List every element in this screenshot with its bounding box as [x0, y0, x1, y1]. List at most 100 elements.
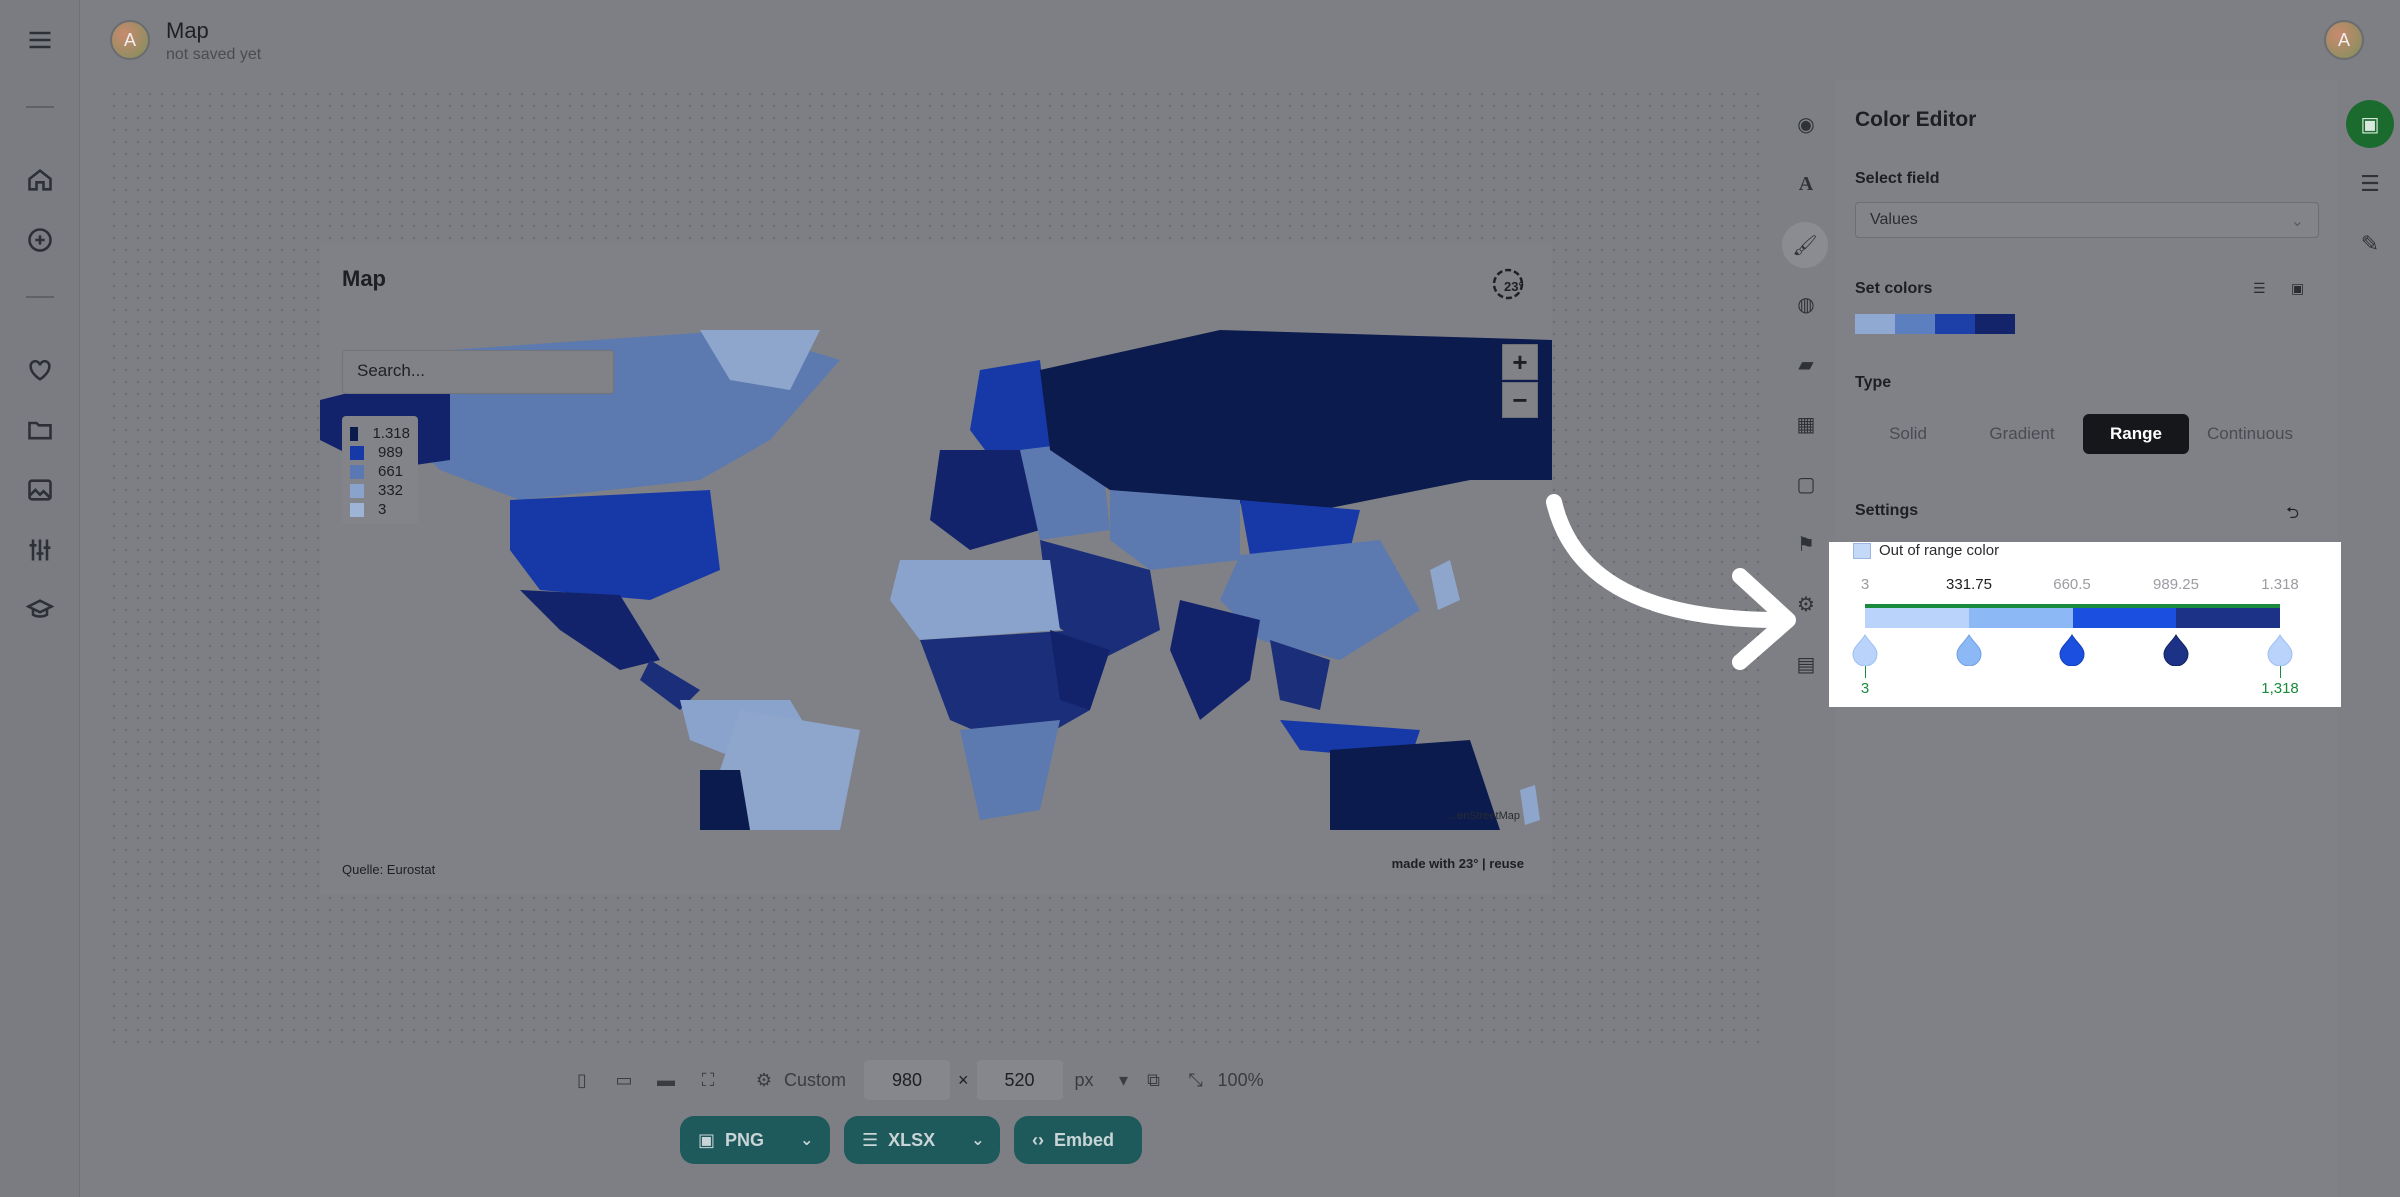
range-editor: Out of range color 3 331.75 660.5 989.25…	[1829, 542, 2341, 707]
export-buttons: ▣ PNG ⌄ ☰ XLSX ⌄ ‹› Embed	[680, 1116, 1142, 1164]
zoom-out-button[interactable]: −	[1502, 382, 1538, 418]
out-of-range-label: Out of range color	[1879, 542, 2000, 559]
type-solid-button[interactable]: Solid	[1855, 414, 1961, 454]
range-segment[interactable]	[1968, 608, 2073, 628]
max-marker	[2280, 666, 2281, 678]
document-title[interactable]: Map	[166, 18, 209, 44]
legend-item: 332	[350, 481, 410, 500]
chevron-down-icon[interactable]: ⌄	[971, 1130, 984, 1150]
brand-logo-text: 23°	[1504, 279, 1524, 294]
export-png-label: PNG	[725, 1129, 765, 1150]
range-tick-label: 660.5	[2053, 576, 2091, 593]
embed-button[interactable]: ‹› Embed	[1014, 1116, 1142, 1164]
brand-logo-icon: 23°	[1490, 264, 1530, 304]
palette-list-icon[interactable]: ☰	[2253, 280, 2266, 297]
save-button[interactable]: ▣	[2346, 100, 2394, 148]
fit-icon[interactable]: ⤡	[1184, 1068, 1208, 1092]
menu-icon[interactable]	[24, 24, 56, 56]
range-segment[interactable]	[2072, 608, 2177, 628]
legend-item: 3	[350, 500, 410, 519]
zoom-in-button[interactable]: +	[1502, 344, 1538, 380]
map-search-input[interactable]: Search...	[342, 350, 614, 394]
width-input[interactable]: 980	[864, 1060, 951, 1100]
eye-icon[interactable]: ◉	[1790, 108, 1822, 140]
legend-swatch	[350, 445, 364, 460]
map-attribution[interactable]: ...enStreetMap	[1448, 810, 1520, 822]
range-tick-label: 989.25	[2153, 576, 2199, 593]
color-swatch[interactable]	[1935, 314, 1975, 334]
map-title: Map	[342, 266, 386, 291]
tablet-size-icon[interactable]: ▭	[612, 1068, 636, 1092]
color-swatch[interactable]	[1855, 314, 1895, 334]
export-png-button[interactable]: ▣ PNG ⌄	[680, 1116, 830, 1164]
left-navigation	[0, 0, 80, 1197]
fullscreen-icon[interactable]: ⛶	[696, 1068, 720, 1092]
region-new-zealand[interactable]	[1520, 785, 1540, 825]
range-tick-label: 1.318	[2261, 576, 2299, 593]
color-swatches[interactable]	[1855, 314, 2015, 334]
reset-settings-icon[interactable]: ⮌	[2286, 502, 2299, 529]
range-min-label: 3	[1860, 680, 1870, 697]
legend-label: 989	[378, 444, 404, 461]
region-russia[interactable]	[1040, 330, 1552, 510]
legend-swatch	[350, 502, 364, 517]
gear-icon[interactable]: ⚙	[752, 1068, 776, 1092]
add-icon[interactable]	[24, 224, 56, 256]
sliders-icon[interactable]	[24, 534, 56, 566]
region-kazakhstan[interactable]	[1110, 490, 1240, 570]
legend-item: 1.318	[350, 424, 410, 443]
out-of-range-swatch[interactable]	[1853, 542, 1871, 559]
color-swatch[interactable]	[1975, 314, 2015, 334]
globe-icon[interactable]: ◍	[1790, 288, 1822, 320]
region-southern-africa[interactable]	[960, 720, 1060, 820]
type-range-button[interactable]: Range	[2083, 414, 2189, 454]
text-icon[interactable]: A	[1790, 168, 1822, 200]
range-handle[interactable]	[1956, 634, 1982, 666]
region-north-africa[interactable]	[890, 560, 1060, 640]
graduation-cap-icon[interactable]	[24, 594, 56, 626]
save-palette-icon[interactable]: ▣	[2291, 280, 2304, 297]
type-gradient-button[interactable]: Gradient	[1969, 414, 2075, 454]
range-handle[interactable]	[2267, 634, 2293, 666]
range-segment[interactable]	[2176, 608, 2280, 628]
pencil-icon[interactable]: ✎	[2354, 228, 2386, 260]
range-handle[interactable]	[2163, 634, 2189, 666]
made-with-link[interactable]: made with 23° | reuse	[1392, 856, 1524, 871]
user-avatar[interactable]: A	[2324, 20, 2364, 60]
laptop-size-icon[interactable]: ▬	[654, 1068, 678, 1092]
layout-icon[interactable]: ▦	[1790, 408, 1822, 440]
region-mexico[interactable]	[520, 590, 660, 670]
chevron-down-icon[interactable]: ⌄	[800, 1130, 813, 1150]
custom-size-label[interactable]: Custom	[784, 1070, 846, 1091]
range-handle[interactable]	[1852, 634, 1878, 666]
region-india[interactable]	[1170, 600, 1260, 720]
out-of-range-color-toggle[interactable]: Out of range color	[1853, 542, 1999, 559]
legend-swatch	[350, 426, 359, 441]
settings-label: Settings	[1855, 502, 1919, 519]
region-japan[interactable]	[1430, 560, 1460, 610]
phone-size-icon[interactable]: ▯	[570, 1068, 594, 1092]
unit-dropdown-chevron-icon[interactable]: ▾	[1112, 1068, 1136, 1092]
zoom-in-glyph: +	[1512, 346, 1528, 377]
heart-icon[interactable]	[24, 354, 56, 386]
range-segment[interactable]	[1865, 608, 1969, 628]
field-select[interactable]: Values ⌄	[1855, 202, 2319, 238]
home-icon[interactable]	[24, 164, 56, 196]
database-icon[interactable]: ☰	[2354, 168, 2386, 200]
legend-label: 1.318	[372, 425, 410, 442]
select-field-label: Select field	[1855, 170, 1940, 187]
zoom-level[interactable]: 100%	[1218, 1070, 1264, 1091]
height-input[interactable]: 520	[976, 1060, 1063, 1100]
range-handle[interactable]	[2059, 634, 2085, 666]
color-swatch[interactable]	[1895, 314, 1935, 334]
lock-aspect-icon[interactable]: ⧉	[1142, 1068, 1166, 1092]
image-icon[interactable]	[24, 474, 56, 506]
region-usa[interactable]	[510, 490, 720, 600]
folder-icon[interactable]	[24, 414, 56, 446]
type-continuous-button[interactable]: Continuous	[2197, 414, 2303, 454]
export-xlsx-button[interactable]: ☰ XLSX ⌄	[844, 1116, 1000, 1164]
comment-icon[interactable]: ▰	[1790, 348, 1822, 380]
brush-icon[interactable]: 🖌	[1782, 222, 1828, 268]
world-map[interactable]	[320, 330, 1552, 830]
range-color-bar[interactable]	[1865, 604, 2280, 628]
